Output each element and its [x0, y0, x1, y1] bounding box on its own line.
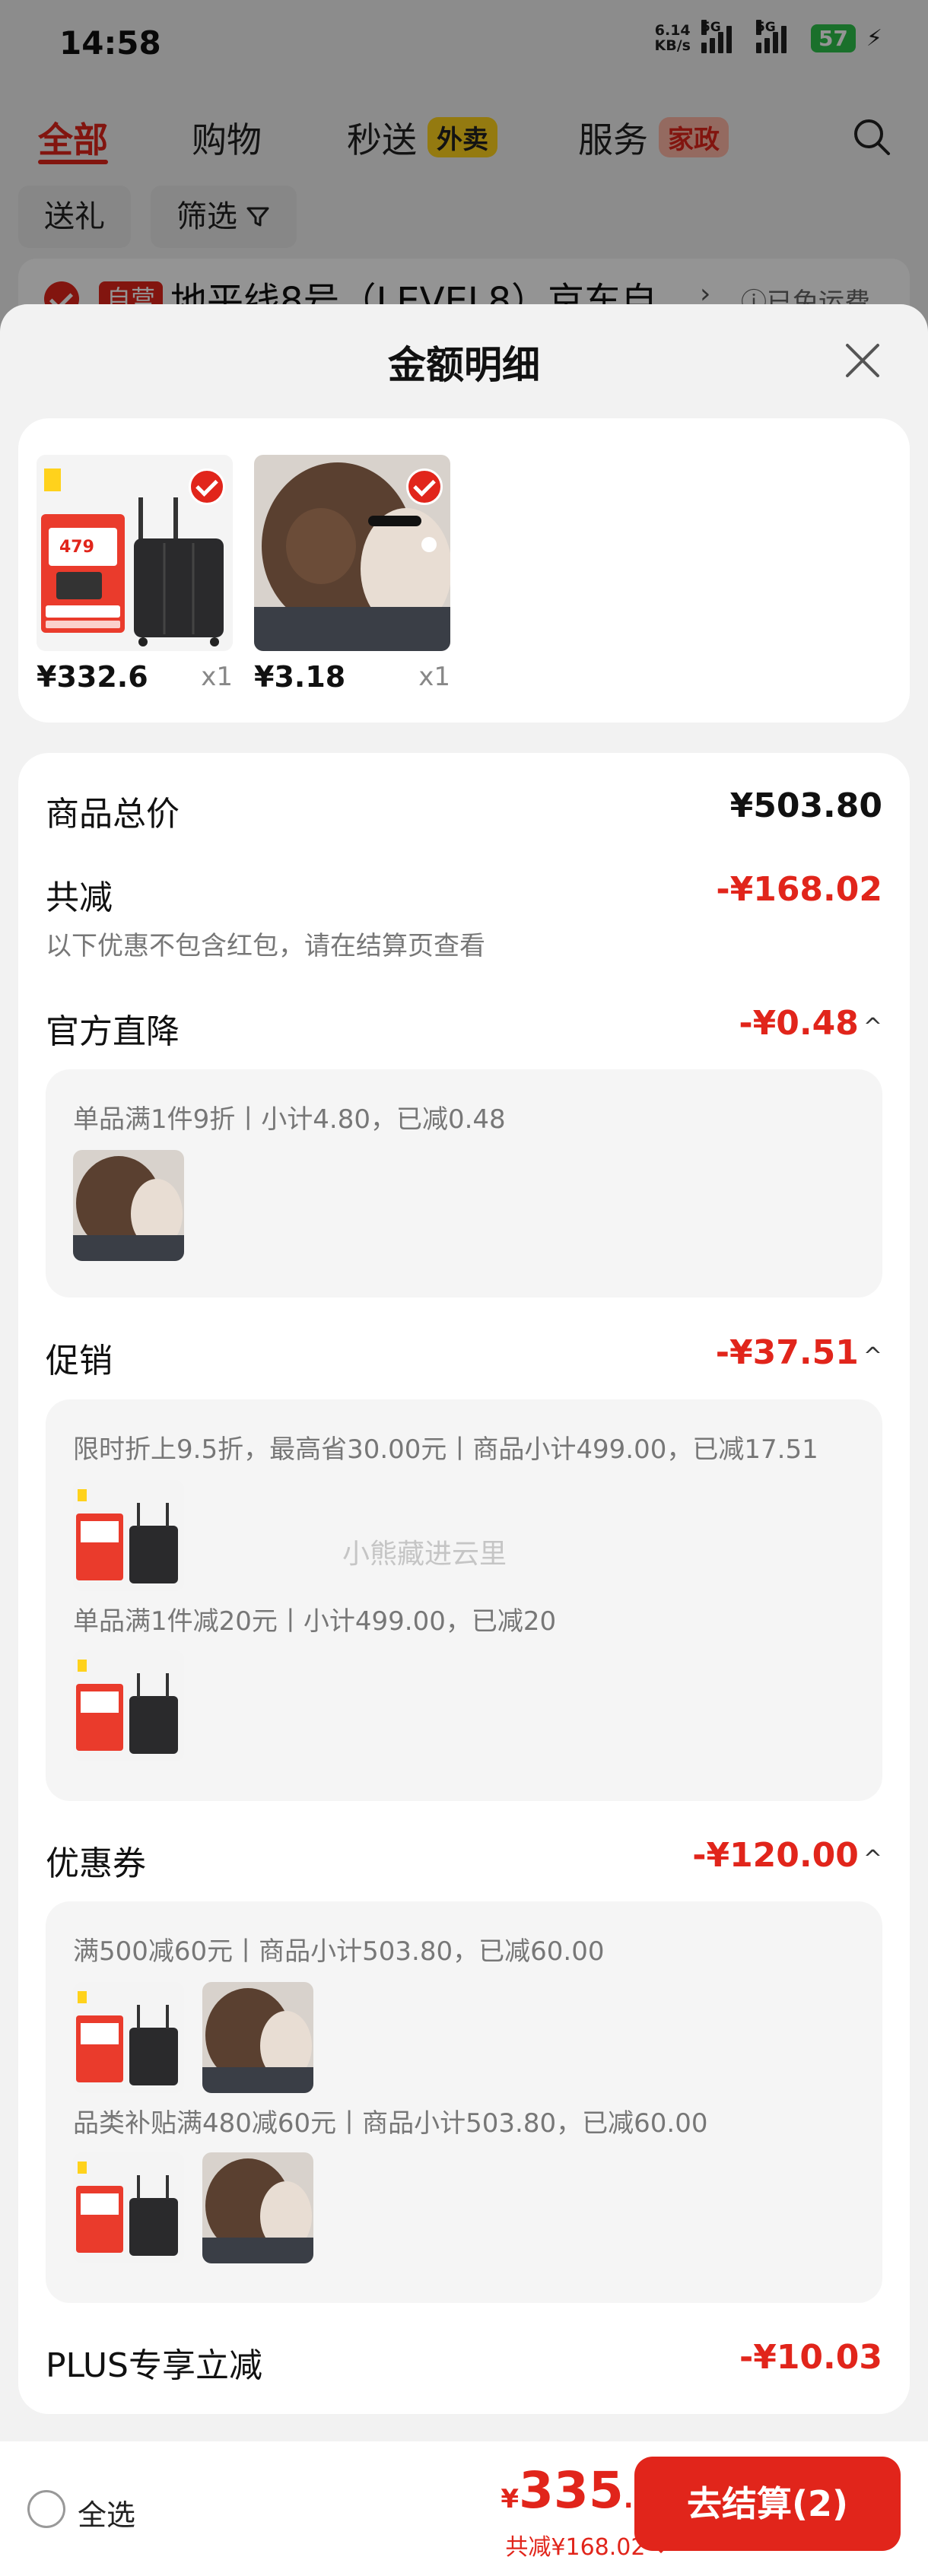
product-item[interactable]: ¥3.18 x1: [254, 455, 450, 694]
suitcase-thumbnail: [73, 2152, 184, 2263]
suitcase-thumbnail: [73, 1982, 184, 2093]
coupon-rule: 品类补贴满480减60元丨商品小计503.80，已减60.00: [73, 2108, 708, 2139]
suitcase-product-image: 479: [37, 455, 233, 651]
total-saved: 共减¥168.02: [505, 2534, 646, 2561]
close-icon[interactable]: [840, 338, 885, 383]
amount-detail-sheet: 金额明细 479 ¥332.6 x1 ¥3.18 x1 商品总价 ¥503.80…: [0, 304, 928, 2576]
product-quantity: x1: [201, 662, 233, 692]
product-selected-check-icon[interactable]: [406, 469, 443, 505]
product-price: ¥332.6: [37, 660, 148, 694]
official-discount-box: 单品满1件9折丨小计4.80，已减0.48: [46, 1069, 882, 1298]
coupon-box: 满500减60元丨商品小计503.80，已减60.00 品类补贴满480减60元…: [46, 1901, 882, 2303]
plus-discount-label: PLUS专享立减: [46, 2346, 262, 2385]
promo-box: 限时折上9.5折，最高省30.00元丨商品小计499.00，已减17.51 单品…: [46, 1399, 882, 1801]
product-item[interactable]: 479 ¥332.6 x1: [37, 455, 233, 694]
coupon-label: 优惠券: [46, 1844, 146, 1883]
plus-discount-value: -¥10.03: [739, 2338, 882, 2377]
suitcase-thumbnail: [73, 1480, 184, 1591]
promo-label: 促销: [46, 1342, 113, 1380]
discount-label: 共减: [46, 878, 113, 917]
sheet-title: 金额明细: [388, 343, 540, 387]
discount-value: -¥168.02: [716, 870, 882, 909]
price-integer: 335: [518, 2461, 624, 2520]
hair-clip-product-image: [254, 455, 450, 651]
official-discount-toggle[interactable]: -¥0.48 ^: [739, 1004, 882, 1043]
checkout-bar: 全选 ¥335.78 共减¥168.02 去结算(2): [0, 2441, 928, 2576]
promo-value: -¥37.51: [715, 1333, 859, 1372]
total-label: 商品总价: [46, 795, 180, 834]
watermark: 小熊藏进云里: [342, 1539, 507, 1570]
selected-products-card: 479 ¥332.6 x1 ¥3.18 x1: [18, 418, 910, 723]
coupon-rule: 满500减60元丨商品小计503.80，已减60.00: [73, 1936, 605, 1967]
coupon-value: -¥120.00: [692, 1836, 859, 1875]
suitcase-thumbnail: [73, 1650, 184, 1761]
official-discount-rule: 单品满1件9折丨小计4.80，已减0.48: [73, 1104, 506, 1135]
promo-rule: 限时折上9.5折，最高省30.00元丨商品小计499.00，已减17.51: [73, 1434, 818, 1465]
hair-clip-thumbnail: [202, 1982, 313, 2093]
select-all-label[interactable]: 全选: [78, 2492, 135, 2533]
svg-text:479: 479: [59, 538, 94, 557]
discount-note: 以下优惠不包含红包，请在结算页查看: [46, 931, 485, 961]
price-symbol: ¥: [501, 2484, 519, 2514]
promo-rule: 单品满1件减20元丨小计499.00，已减20: [73, 1606, 557, 1637]
total-value: ¥503.80: [729, 786, 882, 825]
chevron-up-icon: ^: [863, 1846, 882, 1872]
select-all-checkbox[interactable]: [27, 2490, 65, 2528]
hair-clip-thumbnail: [202, 2152, 313, 2263]
hair-clip-thumbnail: [73, 1150, 184, 1261]
amount-detail-card: 商品总价 ¥503.80 共减 -¥168.02 以下优惠不包含红包，请在结算页…: [18, 753, 910, 2414]
product-selected-check-icon[interactable]: [189, 469, 225, 505]
official-discount-value: -¥0.48: [739, 1004, 859, 1043]
chevron-up-icon: ^: [863, 1343, 882, 1370]
product-price: ¥3.18: [254, 660, 346, 694]
promo-toggle[interactable]: -¥37.51 ^: [716, 1333, 882, 1372]
coupon-toggle[interactable]: -¥120.00 ^: [692, 1836, 882, 1875]
checkout-button[interactable]: 去结算(2): [634, 2457, 901, 2551]
chevron-up-icon: ^: [863, 1014, 882, 1040]
official-discount-label: 官方直降: [46, 1012, 180, 1051]
product-quantity: x1: [418, 662, 450, 692]
